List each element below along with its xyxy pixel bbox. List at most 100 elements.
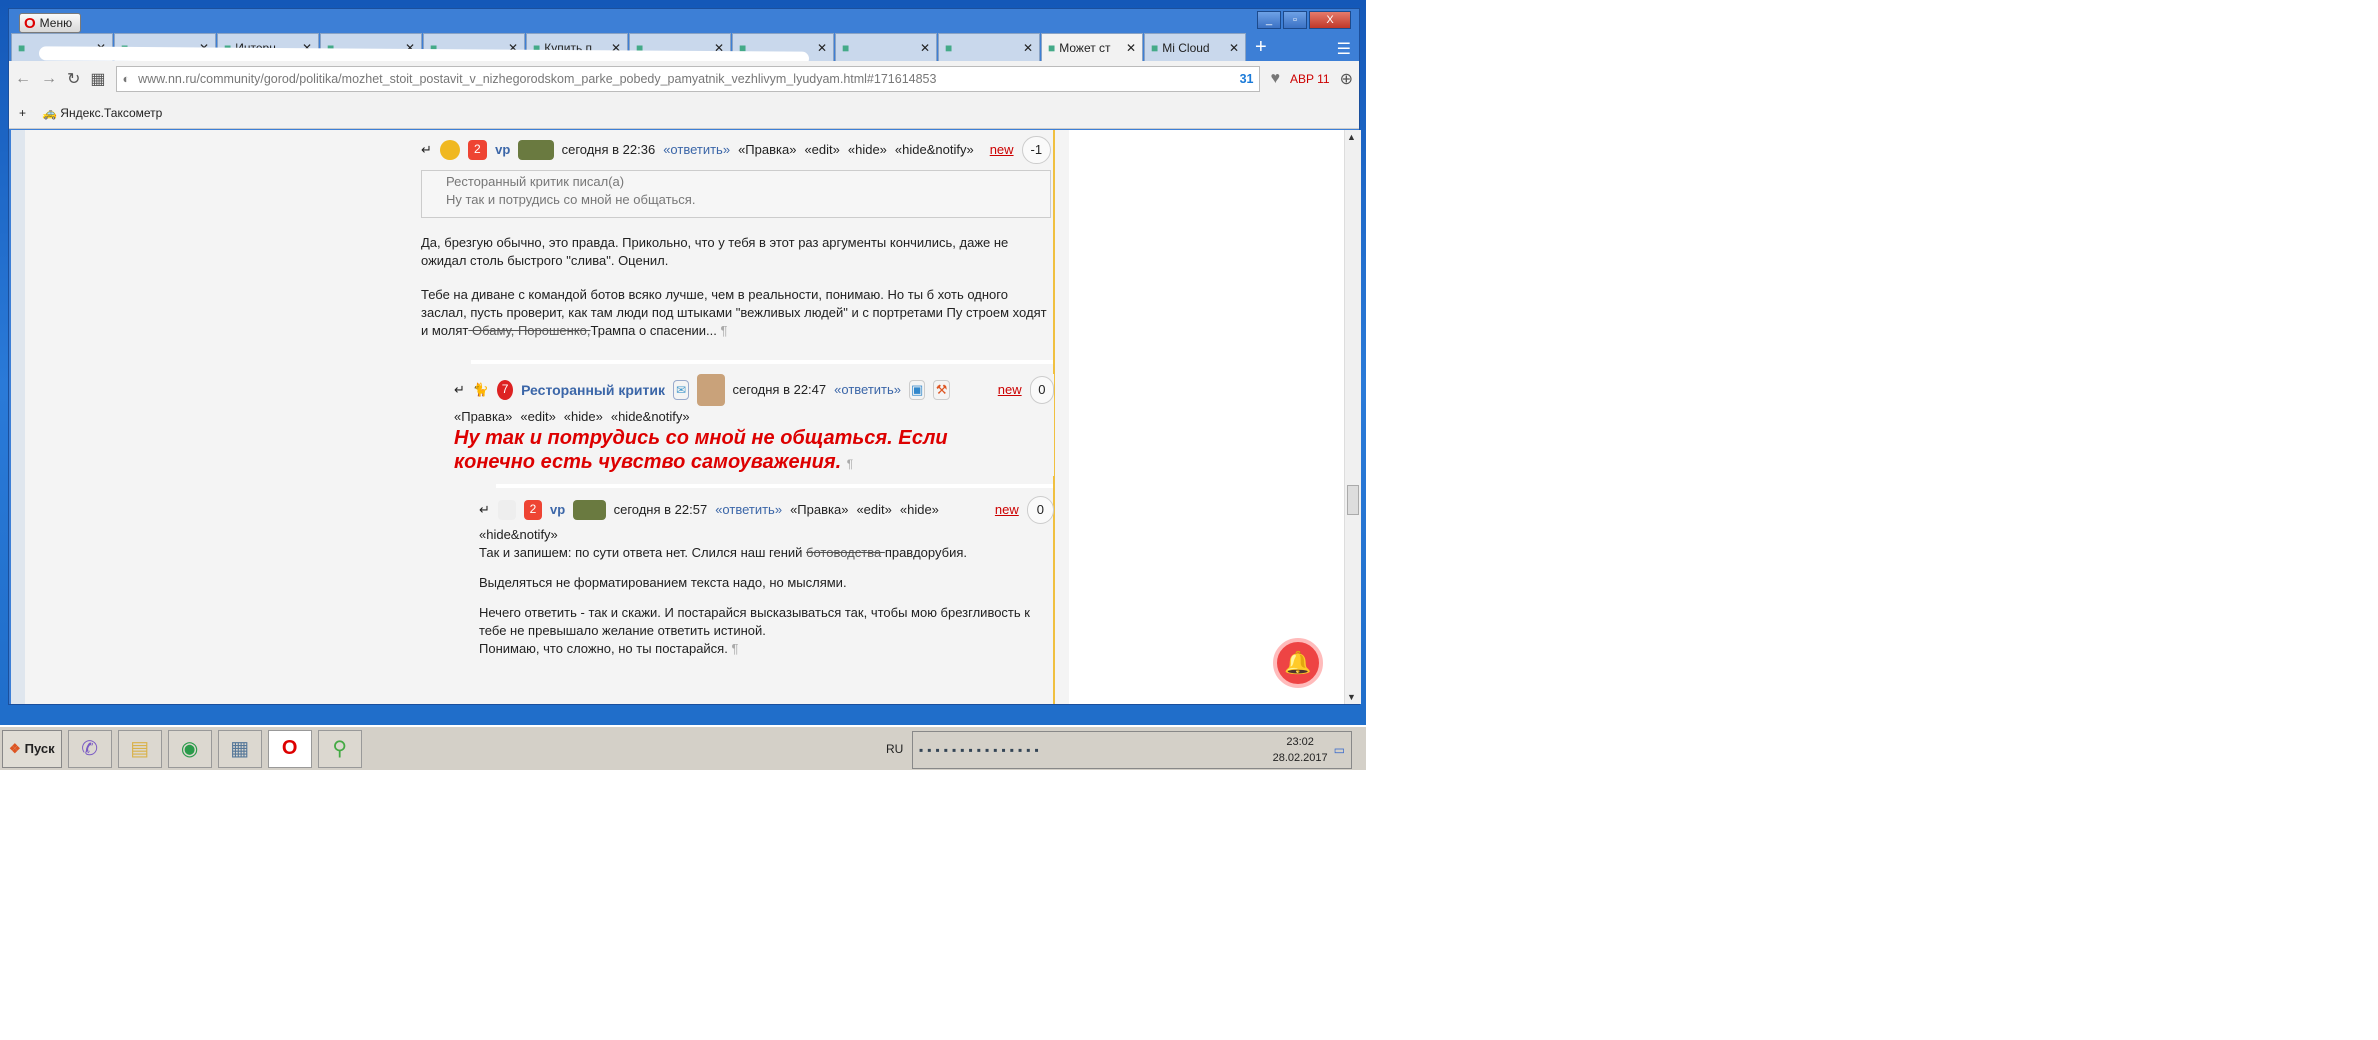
start-button[interactable]: ❖ Пуск bbox=[2, 729, 62, 768]
address-bar[interactable]: ◐ www.nn.ru/community/gorod/politika/moz… bbox=[115, 66, 1261, 92]
bookmark-yandex-taxometer[interactable]: 🚕 Яндекс.Таксометр bbox=[42, 106, 162, 120]
opera-menu-button[interactable]: O Меню bbox=[19, 13, 82, 33]
gavel-icon[interactable]: ⚒ bbox=[933, 380, 950, 400]
comment-3: ↵ 2 vp сегодня в 22:57 «ответить» «Правк… bbox=[479, 496, 1055, 658]
tab-close-icon[interactable]: ✕ bbox=[1023, 41, 1033, 55]
system-tray: ▪▪▪▪▪▪▪▪▪▪▪▪▪▪▪ 23:02 28.02.2017 ▭ bbox=[912, 731, 1352, 769]
browser-tab[interactable]: ■✕ bbox=[938, 33, 1040, 61]
tab-close-icon[interactable]: ✕ bbox=[920, 41, 930, 55]
text: Ну так и потрудись со мной не общаться. … bbox=[454, 427, 948, 473]
site-info-icon[interactable]: ◐ bbox=[123, 72, 131, 86]
page-content: ↵ 2 vp сегодня в 22:36 «ответить» «Правк… bbox=[11, 130, 1344, 704]
chrome-taskbar-icon[interactable]: ◉ bbox=[167, 729, 212, 768]
hide-link[interactable]: «hide» bbox=[848, 141, 887, 159]
comment-2: ↵ 🐈 7 Ресторанный критик ✉ сегодня в 22:… bbox=[454, 374, 1054, 476]
edit-link[interactable]: «edit» bbox=[520, 408, 555, 426]
quote-author: Ресторанный критик писал(а) bbox=[446, 174, 625, 189]
opera-taskbar-icon[interactable]: O bbox=[267, 729, 312, 768]
text: Так и запишем: по сути ответа нет. Слилс… bbox=[479, 545, 807, 560]
hide-link[interactable]: «hide» bbox=[564, 408, 603, 426]
browser-tab[interactable]: ■ Может ст ✕ bbox=[1041, 33, 1143, 61]
tab-menu-icon[interactable]: ☰ bbox=[1337, 39, 1351, 59]
strikethrough-text: ботоводства bbox=[806, 545, 885, 560]
url-text[interactable]: www.nn.ru/community/gorod/politika/mozhe… bbox=[138, 72, 1231, 86]
heart-icon[interactable]: ♥ bbox=[1270, 70, 1280, 88]
comment-author[interactable]: vp bbox=[550, 501, 565, 519]
tracker-badge[interactable]: 31 bbox=[1240, 72, 1254, 86]
minimize-button[interactable]: _ bbox=[1257, 11, 1281, 29]
download-icon[interactable]: ⊕ bbox=[1340, 69, 1353, 89]
clock[interactable]: 23:02 28.02.2017 bbox=[1273, 734, 1328, 766]
tank-icon bbox=[573, 500, 606, 520]
pilcrow-icon: ¶ bbox=[720, 323, 728, 338]
tab-title: Mi Cloud bbox=[1162, 40, 1210, 55]
usb-taskbar-icon[interactable]: ⚲ bbox=[317, 729, 362, 768]
new-link[interactable]: new bbox=[995, 501, 1019, 519]
tab-close-icon[interactable]: ✕ bbox=[1126, 41, 1136, 55]
explorer-taskbar-icon[interactable]: ▤ bbox=[117, 729, 162, 768]
reply-link[interactable]: «ответить» bbox=[834, 381, 901, 399]
tank-icon bbox=[518, 140, 554, 160]
new-link[interactable]: new bbox=[990, 141, 1014, 159]
tray-icons[interactable]: ▪▪▪▪▪▪▪▪▪▪▪▪▪▪▪ bbox=[919, 743, 1267, 757]
browser-tab[interactable]: ■✕ bbox=[835, 33, 937, 61]
gift-icon[interactable]: ▣ bbox=[909, 380, 926, 400]
back-icon[interactable]: ← bbox=[15, 70, 31, 88]
rating-button[interactable]: -1 bbox=[1021, 136, 1052, 164]
black-cat-icon: 🐈 bbox=[472, 382, 490, 397]
scroll-up-icon[interactable]: ▲ bbox=[1347, 132, 1356, 142]
rank-badge: 2 bbox=[523, 500, 542, 520]
browser-tab[interactable]: ■ Mi Cloud ✕ bbox=[1144, 33, 1246, 61]
edit-link[interactable]: «edit» bbox=[856, 501, 891, 519]
forward-icon[interactable]: → bbox=[41, 70, 57, 88]
edit-ru-link[interactable]: «Правка» bbox=[454, 408, 512, 426]
comment-paragraph: Выделяться не форматированием текста над… bbox=[479, 575, 847, 590]
edit-link[interactable]: «edit» bbox=[804, 141, 839, 159]
rating-button[interactable]: 0 bbox=[1026, 496, 1055, 524]
comment-time: сегодня в 22:36 bbox=[561, 142, 656, 157]
reply-link[interactable]: «ответить» bbox=[663, 141, 730, 159]
comment-paragraph: Так и запишем: по сути ответа нет. Слилс… bbox=[479, 544, 1054, 562]
show-desktop-icon[interactable]: ▭ bbox=[1334, 743, 1345, 757]
maximize-button[interactable]: ▫ bbox=[1283, 11, 1307, 29]
bookmark-label: Яндекс.Таксометр bbox=[60, 105, 163, 120]
adblock-icon[interactable]: ABP 11 bbox=[1290, 72, 1330, 86]
notification-bell-button[interactable]: 🔔 bbox=[1273, 638, 1323, 688]
rank-badge: 7 bbox=[497, 380, 514, 400]
rating-button[interactable]: 0 bbox=[1029, 376, 1054, 404]
scrollbar-thumb[interactable] bbox=[1347, 485, 1359, 515]
cat-icon bbox=[497, 500, 516, 520]
hide-link[interactable]: «hide» bbox=[900, 501, 939, 519]
reload-icon[interactable]: ↻ bbox=[67, 69, 80, 89]
reply-link[interactable]: «ответить» bbox=[715, 501, 782, 519]
adblock-count: 11 bbox=[1317, 72, 1330, 86]
pilcrow-icon: ¶ bbox=[731, 641, 739, 656]
new-tab-button[interactable]: + bbox=[1247, 33, 1275, 61]
add-bookmark-icon[interactable]: + bbox=[19, 106, 26, 120]
vertical-scrollbar[interactable]: ▲ ▼ bbox=[1344, 130, 1361, 704]
tab-favicon-icon: ■ bbox=[945, 40, 953, 55]
avatar[interactable] bbox=[697, 374, 725, 406]
speed-dial-icon[interactable]: ▦ bbox=[90, 69, 105, 89]
comment-author[interactable]: vp bbox=[495, 141, 510, 159]
hide-notify-link[interactable]: «hide&notify» bbox=[479, 526, 1054, 544]
hide-notify-link[interactable]: «hide&notify» bbox=[611, 408, 690, 426]
taskbar: ❖ Пуск ✆ ▤ ◉ ▦ O ⚲ RU ▪▪▪▪▪▪▪▪▪▪▪▪▪▪▪ 23:… bbox=[0, 725, 1366, 770]
edit-ru-link[interactable]: «Правка» bbox=[738, 141, 796, 159]
calculator-taskbar-icon[interactable]: ▦ bbox=[217, 729, 262, 768]
new-link[interactable]: new bbox=[998, 381, 1022, 399]
reply-arrow-icon: ↵ bbox=[454, 382, 465, 397]
hide-notify-link[interactable]: «hide&notify» bbox=[895, 141, 974, 159]
close-window-button[interactable]: X bbox=[1309, 11, 1351, 29]
mail-icon[interactable]: ✉ bbox=[673, 380, 690, 400]
reply-arrow-icon: ↵ bbox=[479, 502, 490, 517]
viber-taskbar-icon[interactable]: ✆ bbox=[67, 729, 112, 768]
language-indicator[interactable]: RU bbox=[886, 742, 903, 756]
tab-close-icon[interactable]: ✕ bbox=[817, 41, 827, 55]
edit-ru-link[interactable]: «Правка» bbox=[790, 501, 848, 519]
clock-date: 28.02.2017 bbox=[1272, 752, 1328, 764]
scroll-down-icon[interactable]: ▼ bbox=[1347, 692, 1356, 702]
tab-close-icon[interactable]: ✕ bbox=[1229, 41, 1239, 55]
opera-icon: O bbox=[24, 14, 36, 32]
comment-author[interactable]: Ресторанный критик bbox=[521, 381, 665, 399]
